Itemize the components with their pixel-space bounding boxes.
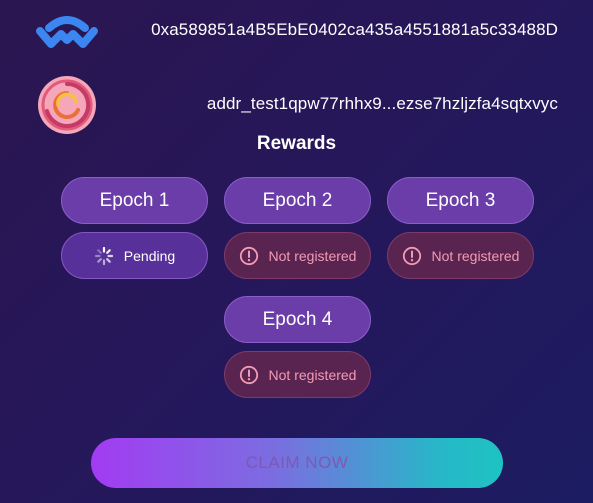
- cardano-wallet-logo-icon: [36, 74, 98, 136]
- alert-circle-icon: [239, 365, 259, 385]
- alert-circle-icon: [239, 246, 259, 266]
- epoch-4-status-badge: Not registered: [224, 351, 371, 398]
- epoch-card-4: Epoch 4 Not registered: [224, 296, 371, 398]
- epoch-2-status-label: Not registered: [268, 247, 357, 264]
- epoch-1-button[interactable]: Epoch 1: [61, 177, 208, 224]
- epoch-4-button[interactable]: Epoch 4: [224, 296, 371, 343]
- cardano-address: addr_test1qpw77rhhx9...ezse7hzljzfa4sqtx…: [206, 94, 558, 113]
- epoch-1-status-label: Pending: [123, 247, 176, 264]
- walletconnect-row: 0xa589851a4B5EbE0402ca435a4551881a5c3348…: [0, 0, 593, 62]
- alert-circle-icon: [402, 246, 422, 266]
- epoch-3-button[interactable]: Epoch 3: [387, 177, 534, 224]
- epoch-card-3: Epoch 3 Not registered: [387, 177, 534, 279]
- rewards-title: Rewards: [256, 133, 337, 154]
- cardano-wallet-row: addr_test1qpw77rhhx9...ezse7hzljzfa4sqtx…: [0, 70, 593, 134]
- epoch-3-status-label: Not registered: [431, 247, 520, 264]
- epoch-4-status-label: Not registered: [268, 366, 357, 383]
- walletconnect-address: 0xa589851a4B5EbE0402ca435a4551881a5c3348…: [151, 20, 558, 39]
- epoch-2-button[interactable]: Epoch 2: [224, 177, 371, 224]
- spinner-icon: [94, 246, 114, 266]
- epoch-3-status-badge: Not registered: [387, 232, 534, 279]
- claim-now-button[interactable]: CLAIM NOW: [91, 438, 503, 488]
- epoch-card-1: Epoch 1 Pending: [61, 177, 208, 279]
- walletconnect-logo-icon: [36, 4, 98, 66]
- epoch-card-2: Epoch 2 Not registered: [224, 177, 371, 279]
- epoch-1-status-badge: Pending: [61, 232, 208, 279]
- epoch-2-status-badge: Not registered: [224, 232, 371, 279]
